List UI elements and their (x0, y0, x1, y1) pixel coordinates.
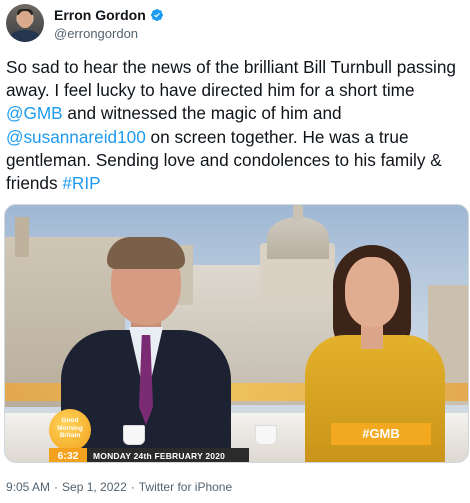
avatar-shoulders (9, 30, 41, 42)
meta-separator: · (54, 480, 59, 494)
tweet-meta: 9:05 AM · Sep 1, 2022 · Twitter for iPho… (6, 480, 232, 494)
photo-lower-third: 6:32 MONDAY 24th FEBRUARY 2020 (49, 448, 249, 462)
author-name-row: Erron Gordon (54, 7, 164, 23)
man-hair (107, 237, 185, 269)
tweet-text-part: and witnessed the magic of him and (62, 103, 342, 124)
mention-susannareid-link[interactable]: @susannareid100 (6, 127, 146, 147)
tweet-text-part: So sad to hear the news of the brilliant… (6, 57, 456, 101)
author-handle[interactable]: @errongordon (54, 26, 138, 41)
tweet-date[interactable]: Sep 1, 2022 (62, 480, 127, 494)
photo-dome-lantern (293, 205, 303, 221)
author-avatar[interactable] (6, 4, 44, 42)
woman-head (345, 257, 399, 327)
photo-mug (123, 425, 145, 445)
tweet-time[interactable]: 9:05 AM (6, 480, 50, 494)
tweet-photo[interactable]: #GMB Good Morning Britain 6:32 MONDAY 24… (4, 204, 469, 463)
gmb-logo-text: Good Morning Britain (57, 417, 83, 439)
tweet-source[interactable]: Twitter for iPhone (139, 480, 232, 494)
photo-mug (255, 425, 277, 445)
gmb-logo-icon: Good Morning Britain (49, 409, 91, 451)
photo-clock: 6:32 (49, 448, 87, 462)
hashtag-rip-link[interactable]: #RIP (62, 173, 100, 193)
tweet-header: Erron Gordon @errongordon (6, 4, 464, 44)
photo-hashtag-banner: #GMB (331, 423, 431, 445)
verified-badge-icon (150, 9, 163, 21)
avatar-face (18, 11, 32, 28)
meta-separator: · (130, 480, 135, 494)
tweet-text: So sad to hear the news of the brilliant… (6, 56, 466, 195)
author-display-name[interactable]: Erron Gordon (54, 7, 146, 23)
mention-gmb-link[interactable]: @GMB (6, 103, 63, 123)
photo-tower (15, 217, 29, 257)
photo-date-banner: MONDAY 24th FEBRUARY 2020 (87, 448, 249, 462)
